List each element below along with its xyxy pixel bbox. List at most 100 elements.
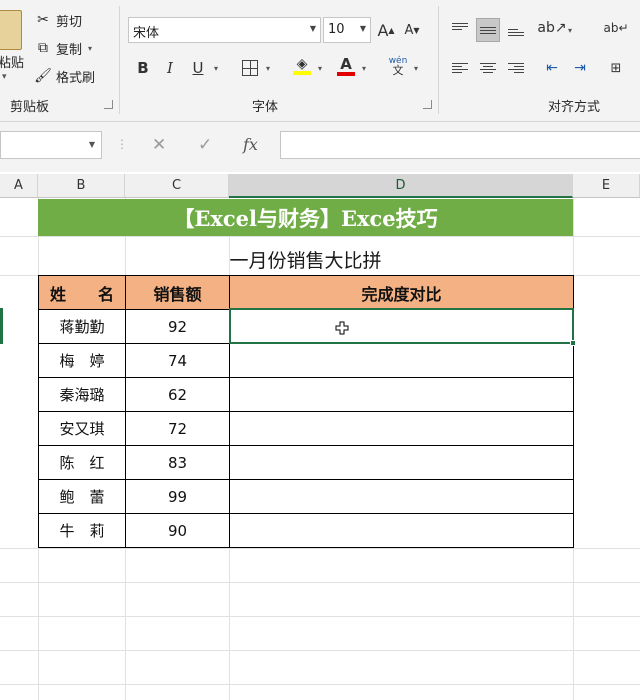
orientation-button[interactable]: ab↗: [537, 16, 567, 40]
cell-name[interactable]: 牛 莉: [38, 513, 126, 548]
paste-button-label[interactable]: 粘贴: [0, 52, 24, 71]
cell-sales[interactable]: 62: [125, 377, 230, 412]
cell-completion[interactable]: [229, 479, 574, 514]
align-bottom-icon: [508, 28, 524, 36]
chevron-down-icon[interactable]: ▼: [360, 24, 366, 33]
paste-dropdown-icon[interactable]: ▾: [2, 72, 7, 82]
format-painter-button[interactable]: 🖌 格式刷: [34, 66, 95, 86]
column-header-d[interactable]: D: [229, 174, 573, 198]
font-color-dropdown-icon[interactable]: ▾: [362, 64, 366, 73]
copy-dropdown-icon[interactable]: ▾: [88, 44, 92, 53]
cell-name[interactable]: 安又琪: [38, 411, 126, 446]
active-cell-selection[interactable]: [229, 308, 574, 344]
name-box[interactable]: ▼: [0, 131, 102, 159]
align-middle-button[interactable]: [476, 18, 500, 42]
underline-button[interactable]: U: [186, 56, 210, 80]
underline-dropdown-icon[interactable]: ▾: [214, 64, 218, 73]
orientation-dropdown-icon[interactable]: ▾: [568, 26, 572, 35]
header-completion[interactable]: 完成度对比: [229, 275, 574, 310]
borders-button[interactable]: [238, 56, 262, 80]
header-sales[interactable]: 销售额: [125, 275, 230, 310]
increase-font-size-button[interactable]: A ▲: [374, 18, 398, 42]
column-header-e[interactable]: E: [573, 174, 640, 198]
align-top-button[interactable]: [448, 14, 472, 38]
copy-button[interactable]: ⧉ 复制 ▾: [34, 38, 92, 58]
alignment-group-label: 对齐方式: [548, 100, 601, 115]
cell-sales[interactable]: 90: [125, 513, 230, 548]
decrease-indent-button[interactable]: ⇤: [540, 56, 564, 80]
gridline: [0, 650, 640, 651]
font-name-select[interactable]: 宋体 ▼: [128, 17, 321, 43]
align-bottom-button[interactable]: [504, 20, 528, 44]
cut-button[interactable]: ✂ 剪切: [34, 10, 82, 30]
align-right-button[interactable]: [504, 56, 528, 80]
cancel-icon[interactable]: ✕: [152, 135, 166, 155]
chevron-down-icon[interactable]: ▼: [310, 24, 316, 33]
align-left-button[interactable]: [448, 56, 472, 80]
align-middle-icon: [480, 26, 496, 34]
borders-icon: [242, 60, 258, 76]
cell-completion[interactable]: [229, 513, 574, 548]
cell-completion[interactable]: [229, 445, 574, 480]
cell-completion[interactable]: [229, 343, 574, 378]
increase-indent-button[interactable]: ⇥: [568, 56, 592, 80]
cell-name[interactable]: 鲍 蕾: [38, 479, 126, 514]
column-header-b[interactable]: B: [38, 174, 125, 198]
cell-name[interactable]: 秦海璐: [38, 377, 126, 412]
font-size-select[interactable]: 10 ▼: [323, 17, 371, 43]
cell-sales[interactable]: 92: [125, 309, 230, 344]
clipboard-group-label: 剪贴板: [10, 100, 50, 115]
cell-cursor-icon: [335, 321, 349, 335]
cell-completion[interactable]: [229, 411, 574, 446]
font-launcher-icon[interactable]: [423, 100, 432, 109]
merge-center-button[interactable]: ⊞: [604, 56, 628, 80]
cell-sales[interactable]: 83: [125, 445, 230, 480]
formula-bar-grip-icon[interactable]: ⋮: [116, 137, 128, 151]
clipboard-launcher-icon[interactable]: [104, 100, 113, 109]
sheet-subtitle[interactable]: 一月份销售大比拼: [38, 243, 573, 275]
phonetic-dropdown-icon[interactable]: ▾: [414, 64, 418, 73]
fill-color-bar: [293, 71, 311, 75]
cell-sales[interactable]: 72: [125, 411, 230, 446]
table-row: 安又琪 72: [38, 411, 574, 446]
cell-name[interactable]: 蒋勤勤: [38, 309, 126, 344]
italic-button[interactable]: I: [158, 56, 182, 80]
cell-completion[interactable]: [229, 377, 574, 412]
underline-glyph: U: [192, 59, 204, 77]
bold-button[interactable]: B: [131, 56, 155, 80]
cell-name[interactable]: 梅 婷: [38, 343, 126, 378]
fill-color-dropdown-icon[interactable]: ▾: [318, 64, 322, 73]
font-color-button[interactable]: A: [334, 54, 358, 78]
column-header-a[interactable]: A: [0, 174, 38, 198]
align-center-button[interactable]: [476, 56, 500, 80]
cell-sales[interactable]: 74: [125, 343, 230, 378]
group-divider: [119, 6, 120, 114]
borders-dropdown-icon[interactable]: ▾: [266, 64, 270, 73]
wrap-text-icon: ab↵: [603, 21, 629, 35]
paste-icon[interactable]: [0, 10, 22, 50]
gridline: [0, 236, 640, 237]
cell-name[interactable]: 陈 红: [38, 445, 126, 480]
chevron-down-icon[interactable]: ▼: [89, 140, 95, 149]
ribbon: 粘贴 ▾ ✂ 剪切 ⧉ 复制 ▾ 🖌 格式刷 剪贴板 宋体 ▼ 10 ▼ A ▲ …: [0, 0, 640, 122]
insert-function-button[interactable]: fx: [243, 135, 258, 154]
column-header-c[interactable]: C: [125, 174, 229, 198]
formula-bar: ▼ ⋮ ✕ ✓ fx: [0, 122, 640, 172]
decrease-font-size-button[interactable]: A ▼: [400, 18, 424, 42]
gridline: [0, 616, 640, 617]
copy-icon: ⧉: [38, 40, 48, 56]
formula-input[interactable]: [280, 131, 640, 159]
fill-handle[interactable]: [570, 340, 576, 346]
confirm-icon[interactable]: ✓: [198, 135, 212, 155]
fill-color-button[interactable]: ◈: [290, 54, 314, 78]
copy-label: 复制: [56, 42, 83, 58]
align-left-icon: [452, 63, 468, 73]
align-top-icon: [452, 22, 468, 30]
header-name[interactable]: 姓 名: [38, 275, 126, 310]
table-row: 牛 莉 90: [38, 513, 574, 548]
cell-sales[interactable]: 99: [125, 479, 230, 514]
sheet-banner-title[interactable]: 【Excel与财务】Exce技巧: [38, 199, 573, 236]
phonetic-button[interactable]: wén 文: [386, 54, 410, 78]
wrap-text-button[interactable]: ab↵: [603, 16, 629, 40]
text-orientation-icon: ab↗: [537, 20, 567, 36]
